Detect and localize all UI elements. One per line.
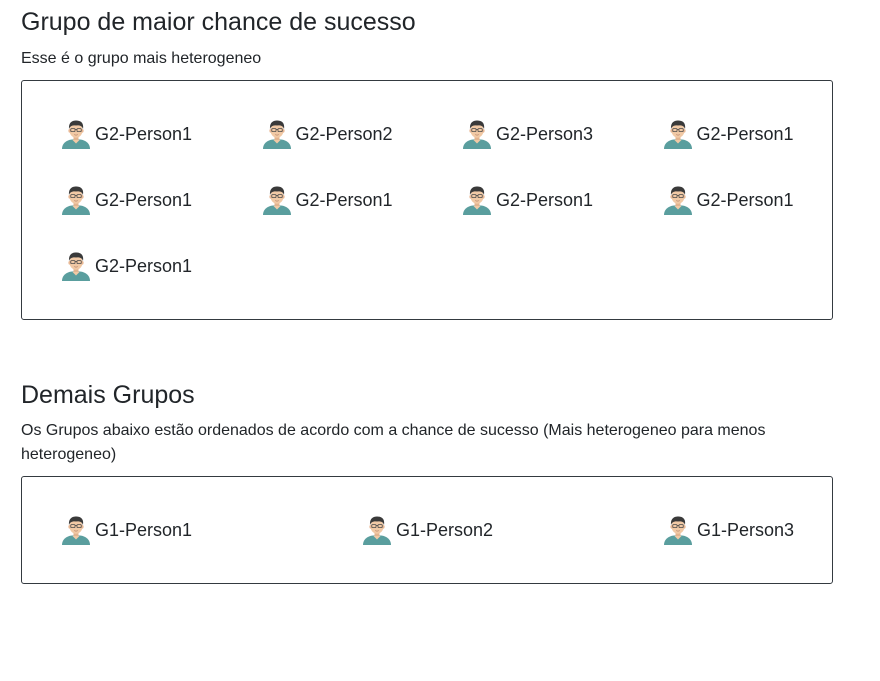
member-name: G2-Person1 [95,190,193,210]
other-groups-description: Os Grupos abaixo estão ordenados de acor… [21,422,766,463]
other-groups-title: Demais Grupos [21,381,195,409]
member-card[interactable]: G1-Person1 [61,514,192,546]
member-name: G1-Person3 [696,520,794,540]
person-avatar-icon [462,184,492,216]
best-group-section: Grupo de maior chance de sucesso Esse é … [21,0,833,320]
person-avatar-icon [362,514,392,546]
other-groups-section: Demais Grupos Os Grupos abaixo estão ord… [21,374,833,584]
member-card[interactable]: G2-Person1 [61,250,262,282]
person-avatar-icon [262,118,292,150]
best-group-description: Esse é o grupo mais heterogeneo [21,50,262,67]
person-avatar-icon [663,184,693,216]
member-name: G1-Person2 [395,520,494,540]
member-card[interactable]: G2-Person1 [61,118,262,150]
person-avatar-icon [462,118,492,150]
person-avatar-icon [663,514,693,546]
member-card[interactable]: G2-Person2 [262,118,463,150]
member-name: G2-Person1 [696,124,794,144]
member-name: G2-Person1 [95,124,193,144]
member-card[interactable]: G2-Person1 [663,118,864,150]
member-card[interactable]: G1-Person2 [362,514,493,546]
member-card[interactable]: G2-Person1 [462,184,663,216]
member-name: G2-Person1 [295,190,393,210]
member-card[interactable]: G1-Person3 [663,514,794,546]
person-avatar-icon [61,514,91,546]
person-avatar-icon [61,184,91,216]
member-card[interactable]: G2-Person1 [262,184,463,216]
best-group-members: G2-Person1 G2-Person2 G2-Person3 G2-Pers… [61,118,863,316]
person-avatar-icon [663,118,693,150]
member-card[interactable]: G2-Person3 [462,118,663,150]
member-name: G2-Person1 [496,190,594,210]
best-group-title: Grupo de maior chance de sucesso [21,8,416,36]
group-members: G1-Person1 G1-Person2 G1-Person3 [61,514,794,546]
member-name: G2-Person2 [295,124,393,144]
person-avatar-icon [61,118,91,150]
person-avatar-icon [262,184,292,216]
member-name: G2-Person3 [496,124,594,144]
member-name: G2-Person1 [696,190,794,210]
member-name: G2-Person1 [95,256,193,276]
best-group-box: G2-Person1 G2-Person2 G2-Person3 G2-Pers… [21,80,833,320]
person-avatar-icon [61,250,91,282]
member-card[interactable]: G2-Person1 [663,184,864,216]
member-name: G1-Person1 [95,520,193,540]
member-card[interactable]: G2-Person1 [61,184,262,216]
group-box: G1-Person1 G1-Person2 G1-Person3 [21,476,833,584]
